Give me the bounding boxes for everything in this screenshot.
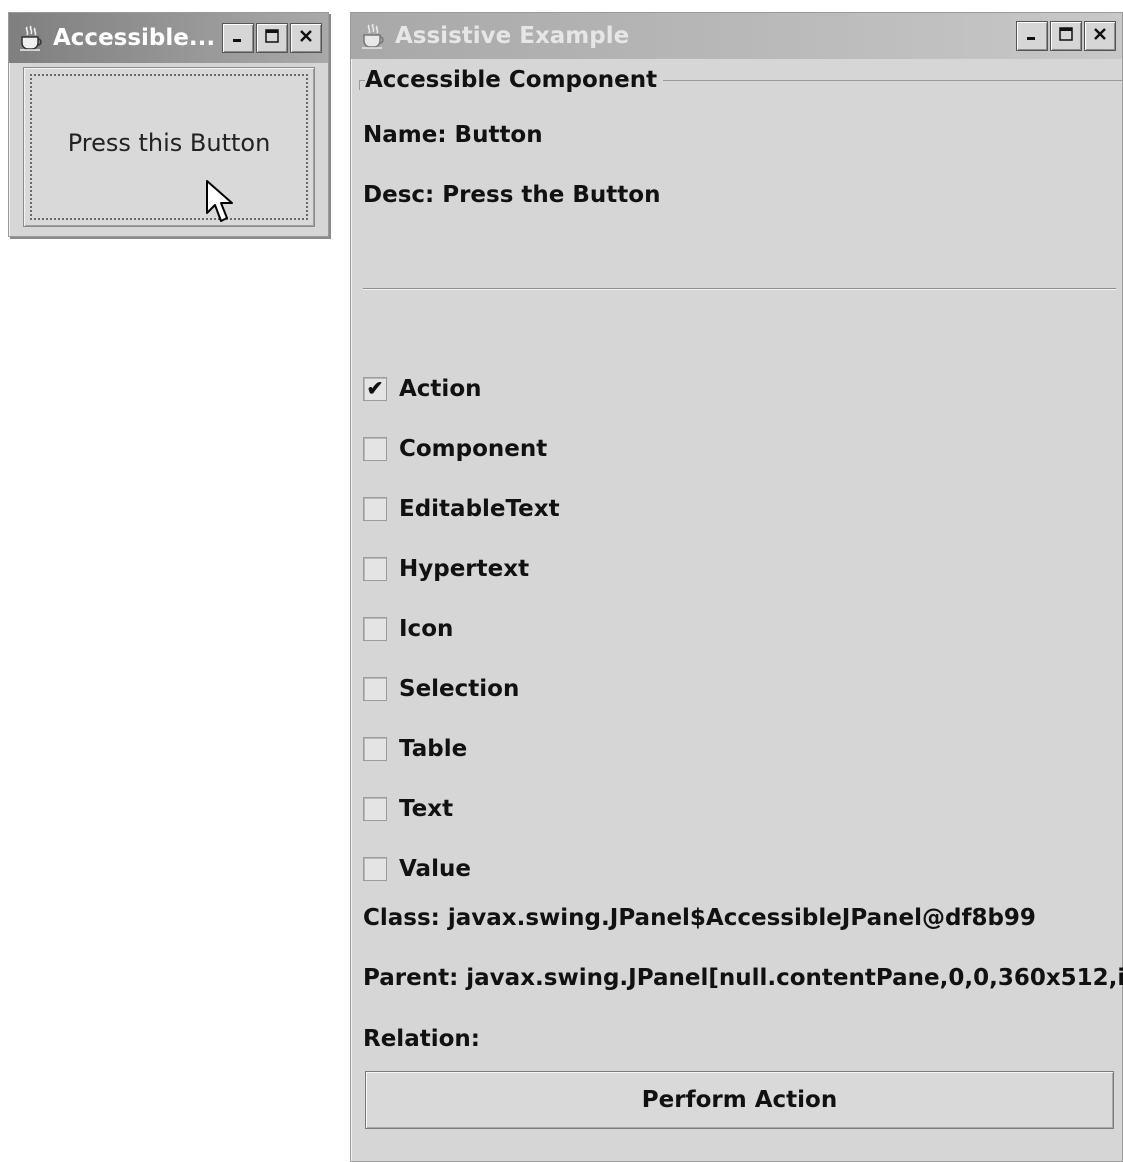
checkbox-label: Component: [399, 436, 548, 462]
group-title: Accessible Component: [365, 67, 664, 93]
group-border-left: [359, 80, 360, 90]
java-cup-icon: [357, 20, 389, 52]
minimize-icon: [231, 29, 245, 48]
checkbox-hypertext[interactable]: [363, 557, 387, 581]
maximize-icon: [264, 28, 280, 49]
checkbox-label: Icon: [399, 616, 454, 642]
press-button-label: Press this Button: [67, 129, 271, 157]
window-content: Accessible Component Name: Button Desc: …: [351, 59, 1123, 1161]
description-label: Desc: Press the Button: [363, 182, 661, 208]
checkbox-row-action[interactable]: ✔ Action: [363, 359, 560, 419]
maximize-icon: [1058, 26, 1074, 47]
checkmark-icon: ✔: [366, 378, 384, 400]
relation-label: Relation:: [363, 1026, 480, 1052]
parent-label: Parent: javax.swing.JPanel[null.contentP…: [363, 965, 1123, 991]
checkbox-row-hypertext[interactable]: Hypertext: [363, 539, 560, 599]
accessible-window-titlebar[interactable]: Accessible...: [9, 13, 328, 63]
close-icon: [1092, 26, 1108, 47]
checkbox-value[interactable]: [363, 857, 387, 881]
checkbox-label: Text: [399, 796, 454, 822]
checkbox-label: Selection: [399, 676, 520, 702]
checkbox-label: Hypertext: [399, 556, 530, 582]
window-controls: [222, 23, 322, 53]
checkbox-row-value[interactable]: Value: [363, 839, 560, 899]
checkbox-row-icon[interactable]: Icon: [363, 599, 560, 659]
checkbox-action[interactable]: ✔: [363, 377, 387, 401]
mouse-pointer-icon: [205, 179, 235, 230]
window-controls: [1016, 21, 1116, 51]
checkbox-row-selection[interactable]: Selection: [363, 659, 560, 719]
class-label: Class: javax.swing.JPanel$AccessibleJPan…: [363, 905, 1036, 931]
perform-action-button[interactable]: Perform Action: [365, 1071, 1114, 1129]
press-this-button[interactable]: Press this Button: [23, 67, 315, 227]
checkbox-icon[interactable]: [363, 617, 387, 641]
minimize-button[interactable]: [1016, 21, 1048, 51]
minimize-icon: [1025, 27, 1039, 46]
checkbox-label: Action: [399, 376, 482, 402]
assistive-window-titlebar[interactable]: Assistive Example: [351, 13, 1122, 59]
checkbox-table[interactable]: [363, 737, 387, 761]
close-button[interactable]: [290, 23, 322, 53]
close-icon: [298, 28, 314, 49]
interface-checklist: ✔ Action Component EditableText Hypertext Ico…: [363, 359, 560, 899]
name-label: Name: Button: [363, 122, 543, 148]
maximize-button[interactable]: [256, 23, 288, 53]
accessible-window: Accessible... Press this Button: [8, 12, 329, 237]
checkbox-selection[interactable]: [363, 677, 387, 701]
checkbox-row-table[interactable]: Table: [363, 719, 560, 779]
checkbox-label: Table: [399, 736, 468, 762]
checkbox-label: EditableText: [399, 496, 560, 522]
checkbox-row-component[interactable]: Component: [363, 419, 560, 479]
checkbox-row-editabletext[interactable]: EditableText: [363, 479, 560, 539]
minimize-button[interactable]: [222, 23, 254, 53]
window-title: Accessible...: [53, 25, 216, 51]
close-button[interactable]: [1084, 21, 1116, 51]
separator: [363, 288, 1116, 290]
checkbox-row-text[interactable]: Text: [363, 779, 560, 839]
checkbox-editabletext[interactable]: [363, 497, 387, 521]
assistive-example-window: Assistive Example Accessible Component N…: [350, 12, 1123, 1162]
maximize-button[interactable]: [1050, 21, 1082, 51]
checkbox-component[interactable]: [363, 437, 387, 461]
java-cup-icon: [15, 22, 47, 54]
window-title: Assistive Example: [395, 23, 630, 49]
checkbox-label: Value: [399, 856, 471, 882]
checkbox-text[interactable]: [363, 797, 387, 821]
